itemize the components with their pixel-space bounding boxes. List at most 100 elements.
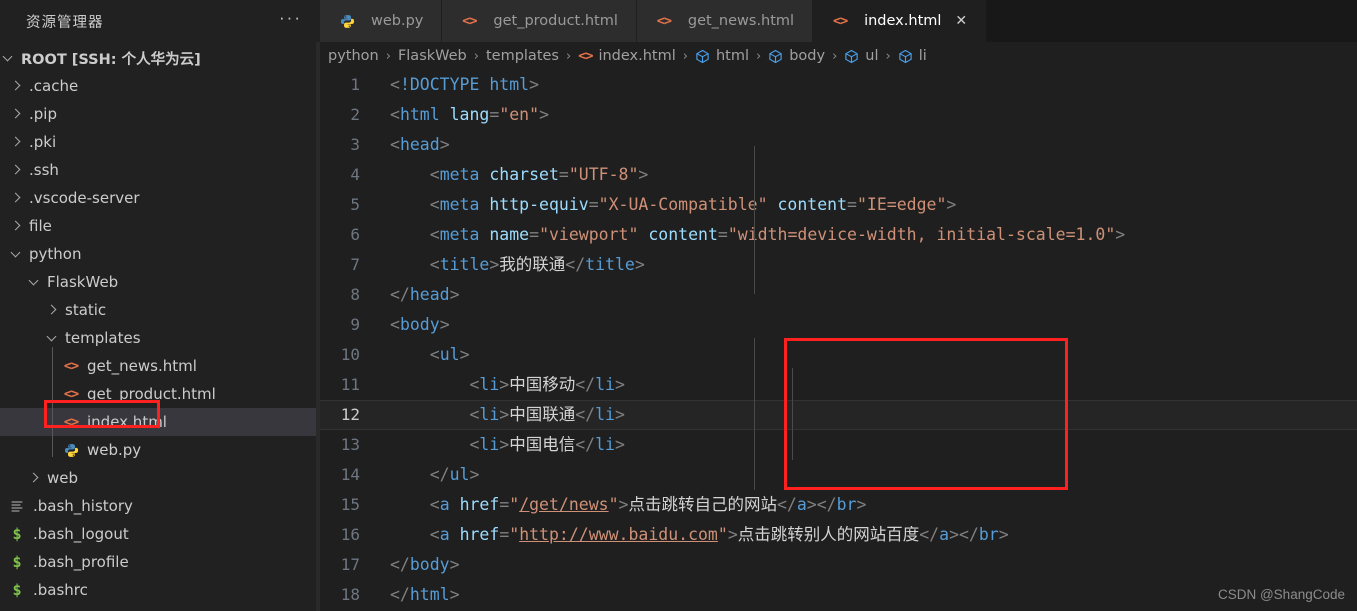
tree-item-.bashrc[interactable]: $.bashrc [0,576,320,604]
chevron-right-icon[interactable] [26,470,42,486]
code-line[interactable]: 17</body> [320,550,1357,580]
code-line[interactable]: 1<!DOCTYPE html> [320,70,1357,100]
breadcrumb-item-body[interactable]: body [768,48,825,64]
code-line[interactable]: 3<head> [320,130,1357,160]
tree-item-web[interactable]: web [0,464,320,492]
chevron-right-icon[interactable] [44,302,60,318]
code-line[interactable]: 14 </ul> [320,460,1357,490]
tree-item-.bash_logout[interactable]: $.bash_logout [0,520,320,548]
tree-item-.bash_history[interactable]: .bash_history [0,492,320,520]
tab-label: get_product.html [493,13,617,29]
explorer-more-actions-icon[interactable]: ··· [279,13,302,29]
tree-item-label: FlaskWeb [46,273,118,291]
line-number: 18 [320,580,368,610]
tree-item-get_news.html[interactable]: <>get_news.html [0,352,320,380]
breadcrumb-item-index.html[interactable]: <>index.html [578,48,676,64]
tab-label: web.py [371,13,423,29]
breadcrumb-item-html[interactable]: html [695,48,749,64]
tree-item-label: templates [64,329,141,347]
tree-item-label: .ssh [28,161,59,179]
tree-item-label: .bash_history [32,497,133,515]
tab-index.html[interactable]: <>index.html✕ [813,0,986,42]
code-line[interactable]: 18</html> [320,580,1357,610]
tree-item-index.html[interactable]: <>index.html [0,408,320,436]
tree-item-.cshrc[interactable]: $.cshrc [0,604,320,611]
code-line[interactable]: 15 <a href="/get/news">点击跳转自己的网站</a></br… [320,490,1357,520]
explorer-header: 资源管理器 ··· [0,0,320,42]
code-line-text: <title>我的联通</title> [368,250,645,280]
tree-item-.cache[interactable]: .cache [0,72,320,100]
line-number: 16 [320,520,368,550]
chevron-right-icon[interactable] [8,134,24,150]
tree-item-label: web [46,469,78,487]
tree-item-label: python [28,245,81,263]
tree-item-.bash_profile[interactable]: $.bash_profile [0,548,320,576]
tree-item-.pip[interactable]: .pip [0,100,320,128]
tree-item-label: file [28,217,52,235]
chevron-right-icon[interactable] [8,78,24,94]
code-line[interactable]: 12 <li>中国联通</li> [320,400,1357,430]
tree-item-static[interactable]: static [0,296,320,324]
breadcrumb-separator-icon: › [386,49,391,64]
line-number: 8 [320,280,368,310]
chevron-down-icon[interactable] [26,274,42,290]
code-line[interactable]: 6 <meta name="viewport" content="width=d… [320,220,1357,250]
tree-item-get_product.html[interactable]: <>get_product.html [0,380,320,408]
code-line[interactable]: 5 <meta http-equiv="X-UA-Compatible" con… [320,190,1357,220]
code-line[interactable]: 16 <a href="http://www.baidu.com">点击跳转别人… [320,520,1357,550]
breadcrumb-item-ul[interactable]: ul [844,48,878,64]
tree-item-label: static [64,301,106,319]
code-line-text: <li>中国电信</li> [368,430,625,460]
tree-item-web.py[interactable]: web.py [0,436,320,464]
chevron-right-icon[interactable] [8,106,24,122]
code-line[interactable]: 4 <meta charset="UTF-8"> [320,160,1357,190]
tree-item-flaskweb[interactable]: FlaskWeb [0,268,320,296]
code-line-text: <meta http-equiv="X-UA-Compatible" conte… [368,190,956,220]
breadcrumb-item-templates[interactable]: templates [486,48,559,64]
chevron-down-icon[interactable] [0,50,16,66]
code-line[interactable]: 10 <ul> [320,340,1357,370]
tree-item-.vscode-server[interactable]: .vscode-server [0,184,320,212]
tree-item-templates[interactable]: templates [0,324,320,352]
code-line-text: <meta name="viewport" content="width=dev… [368,220,1125,250]
tree-item-file[interactable]: file [0,212,320,240]
breadcrumb-item-flaskweb[interactable]: FlaskWeb [398,48,467,64]
chevron-down-icon[interactable] [8,246,24,262]
tree-item-label: .bashrc [32,581,88,599]
code-indent-guide [754,338,755,490]
tree-item-rootssh[interactable]: ROOT [SSH: 个人华为云] [0,44,320,72]
line-number: 2 [320,100,368,130]
tree-item-label: .bash_logout [32,525,129,543]
breadcrumb-item-li[interactable]: li [898,48,927,64]
tree-item-python[interactable]: python [0,240,320,268]
tree-item-.pki[interactable]: .pki [0,128,320,156]
chevron-down-icon[interactable] [44,330,60,346]
code-line[interactable]: 11 <li>中国移动</li> [320,370,1357,400]
html-file-icon: <> [62,358,80,374]
chevron-right-icon[interactable] [8,162,24,178]
tab-close-icon[interactable]: ✕ [955,13,967,29]
tab-get_news.html[interactable]: <>get_news.html [637,0,813,42]
line-number: 14 [320,460,368,490]
code-line[interactable]: 13 <li>中国电信</li> [320,430,1357,460]
code-editor[interactable]: 1<!DOCTYPE html>2<html lang="en">3<head>… [320,70,1357,610]
python-file-icon [62,443,80,458]
code-line[interactable]: 8</head> [320,280,1357,310]
explorer-sidebar: 资源管理器 ··· ROOT [SSH: 个人华为云] .cache .pip.pk… [0,0,320,611]
breadcrumb-item-python[interactable]: python [328,48,379,64]
breadcrumb-separator-icon: › [474,49,479,64]
tree-item-label: .cache [28,77,78,95]
code-line[interactable]: 2<html lang="en"> [320,100,1357,130]
code-line[interactable]: 7 <title>我的联通</title> [320,250,1357,280]
html-file-icon: <> [460,13,478,29]
chevron-right-icon[interactable] [8,218,24,234]
code-line[interactable]: 9<body> [320,310,1357,340]
tab-get_product.html[interactable]: <> get_product.html [442,0,636,42]
chevron-right-icon[interactable] [8,190,24,206]
tab-web.py[interactable]: web.py [320,0,442,42]
tree-item-.ssh[interactable]: .ssh [0,156,320,184]
breadcrumb-separator-icon: › [886,49,891,64]
html-file-icon: <> [578,48,592,64]
line-number: 6 [320,220,368,250]
code-line-text: <a href="/get/news">点击跳转自己的网站</a></br> [368,490,866,520]
